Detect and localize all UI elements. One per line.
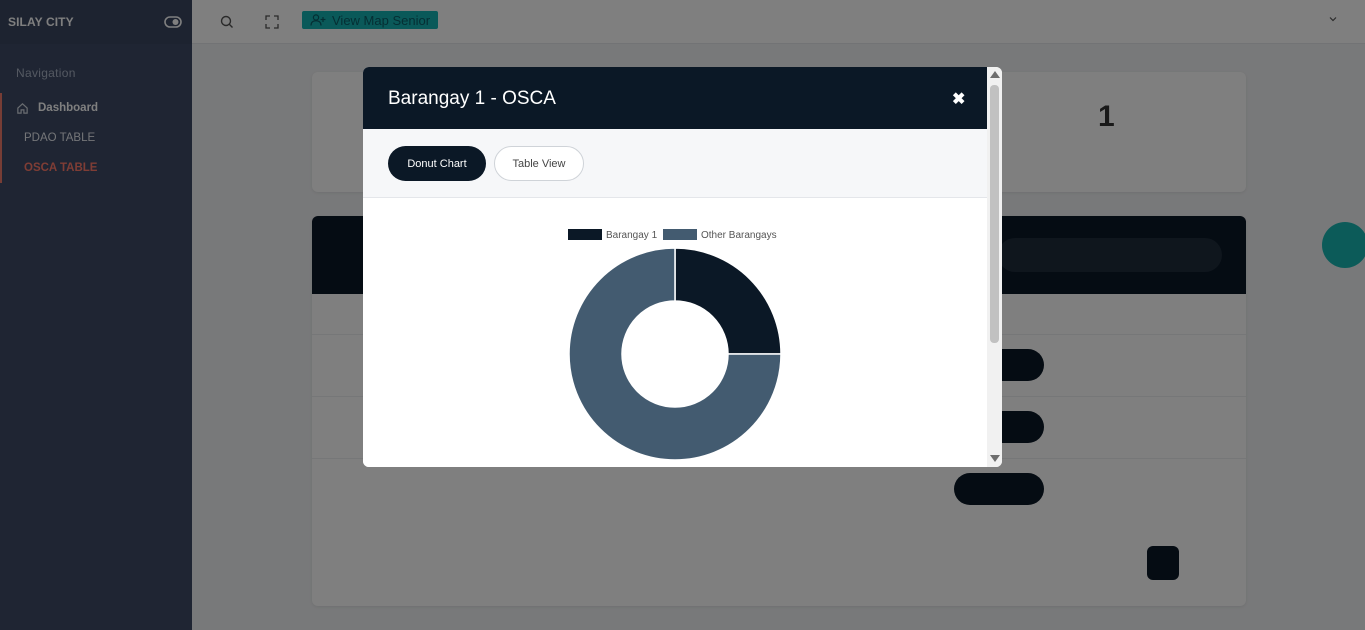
legend-label: Other Barangays xyxy=(701,230,777,241)
modal-header: Barangay 1 - OSCA ✖ xyxy=(363,67,987,129)
tab-donut-chart[interactable]: Donut Chart xyxy=(388,146,486,181)
modal-tabs: Donut Chart Table View xyxy=(363,129,987,198)
scroll-thumb[interactable] xyxy=(990,85,999,343)
legend-swatch[interactable] xyxy=(568,229,602,240)
legend-swatch[interactable] xyxy=(663,229,697,240)
close-icon[interactable]: ✖ xyxy=(952,92,965,108)
legend-label: Barangay 1 xyxy=(606,230,658,241)
donut-chart: Barangay 1 Other Barangays xyxy=(568,229,782,461)
donut-slice-barangay-1[interactable] xyxy=(674,247,782,355)
chart-area: Barangay 1 Other Barangays xyxy=(363,198,987,467)
modal-scrollbar[interactable] xyxy=(987,67,1002,467)
tab-table-view[interactable]: Table View xyxy=(494,146,584,181)
scroll-up-arrow[interactable] xyxy=(990,71,1000,78)
barangay-modal: Barangay 1 - OSCA ✖ Donut Chart Table Vi… xyxy=(363,67,1002,467)
modal-title: Barangay 1 - OSCA xyxy=(388,88,556,109)
scroll-down-arrow[interactable] xyxy=(990,455,1000,462)
